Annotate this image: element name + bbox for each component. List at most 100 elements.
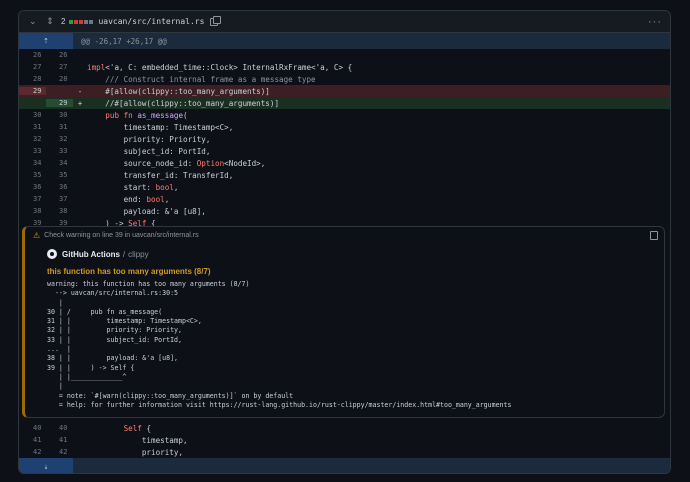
diff-line: 35 35 transfer_id: TransferId, [19,169,670,181]
diff-line: 34 34 source_node_id: Option<NodeId>, [19,157,670,169]
annotation-header: ⚠ Check warning on line 39 in uavcan/src… [25,227,664,243]
kebab-horizontal-icon[interactable]: ··· [648,16,662,28]
annotation-header-text: Check warning on line 39 in uavcan/src/i… [44,231,199,239]
diff-line: 37 37 end: bool, [19,193,670,205]
old-line-number[interactable]: 38 [19,207,46,215]
diff-line: 29 + //#[allow(clippy::too_many_arguments… [19,97,670,109]
old-line-number[interactable]: 34 [19,159,46,167]
old-line-number[interactable]: 37 [19,195,46,203]
copy-icon[interactable] [210,15,222,26]
new-line-number[interactable]: 42 [46,448,73,456]
old-line-number[interactable]: 28 [19,75,46,83]
diff-lines-after-list: 40 40 Self {41 41 timestamp, 42 42 priority, [19,422,670,458]
diff-marker [73,436,87,445]
code-text: /// Construct internal frame as a messag… [87,74,316,84]
unfold-icon[interactable]: ⇡ [19,33,73,49]
diff-line: 31 31 timestamp: Timestamp<C>, [19,121,670,133]
code-text: transfer_id: TransferId, [87,170,234,180]
diffstat-block [84,19,89,24]
diff-marker [73,135,87,144]
diff-marker: - [77,86,83,96]
annotation-message: warning: this function has too many argu… [47,280,512,409]
new-line-number[interactable]: 27 [46,63,73,71]
diff-line: 38 38 payload: &'a [u8], [19,205,670,217]
diff-marker [73,195,87,204]
new-line-number[interactable]: 31 [46,123,73,131]
new-line-number[interactable]: 29 [46,99,73,107]
github-mark-icon [47,249,57,259]
new-line-number[interactable]: 36 [46,183,73,191]
diff-marker [73,159,87,168]
code-text: start: bool, [87,182,179,192]
new-line-number[interactable]: 30 [46,111,73,119]
old-line-number[interactable]: 32 [19,135,46,143]
annotation-title: this function has too many arguments (8/… [47,267,211,276]
diff-marker [73,183,87,192]
old-line-number[interactable]: 30 [19,111,46,119]
diff-marker [73,75,87,84]
old-line-number[interactable]: 40 [19,424,46,432]
diff-line: 33 33 subject_id: PortId, [19,145,670,157]
diff-marker [73,424,87,433]
code-text: impl<'a, C: embedded_time::Clock> Intern… [87,62,353,72]
diff-marker [73,63,87,72]
new-line-number[interactable]: 40 [46,424,73,432]
code-text: end: bool, [87,194,170,204]
alert-icon: ⚠ [33,230,41,240]
new-line-number[interactable]: 35 [46,171,73,179]
expand-down-row: ⇣ [19,458,670,473]
diff-line: 29 - #[allow(clippy::too_many_arguments)] [19,85,670,97]
code-text: pub fn as_message( [105,110,188,120]
diff-lines: 26 26 27 27 impl<'a, C: embedded_time::Clo… [19,49,670,229]
old-line-number[interactable]: 35 [19,171,46,179]
old-line-number[interactable]: 33 [19,147,46,155]
old-line-number[interactable]: 29 [19,87,46,95]
new-line-number[interactable]: 26 [46,51,73,59]
diff-marker [73,147,87,156]
new-line-number[interactable]: 33 [46,147,73,155]
unfold-down-icon[interactable]: ⇣ [19,458,73,473]
diff-marker [73,448,87,457]
old-line-number[interactable]: 26 [19,51,46,59]
annotation-separator: / [122,249,126,259]
diff-line: 27 27 impl<'a, C: embedded_time::Clock> I… [19,61,670,73]
old-line-number[interactable]: 31 [19,123,46,131]
code-text: timestamp, [87,435,188,445]
hunk-header-text: @@ -26,17 +26,17 @@ [81,36,167,46]
diff-file: ⌄ ⇕ 2 uavcan/src/internal.rs ··· ⇡ @@ -2… [18,10,671,474]
old-line-number[interactable]: 27 [19,63,46,71]
code-text: Self { [123,423,152,433]
diff-marker [73,51,87,60]
diffstat-block [89,19,94,24]
file-icon[interactable] [650,231,658,240]
diff-marker [73,207,87,216]
hunk-header: ⇡ @@ -26,17 +26,17 @@ [19,33,670,49]
diff-marker [73,171,87,180]
old-line-number[interactable]: 42 [19,448,46,456]
unfold-icon[interactable]: ⇕ [43,16,57,27]
new-line-number[interactable]: 32 [46,135,73,143]
code-text: subject_id: PortId, [87,146,211,156]
diff-line: 32 32 priority: Priority, [19,133,670,145]
diffstat-block [74,19,79,24]
file-path[interactable]: uavcan/src/internal.rs [98,17,204,26]
annotation-app[interactable]: GitHub Actions [62,250,120,259]
new-line-number[interactable]: 37 [46,195,73,203]
code-text: payload: &'a [u8], [87,206,206,216]
diff-line: 40 40 Self { [19,422,670,434]
old-line-number[interactable]: 41 [19,436,46,444]
new-line-number[interactable]: 41 [46,436,73,444]
diffstat-block [79,19,84,24]
changes-count: 2 [61,17,66,26]
new-line-number[interactable]: 28 [46,75,73,83]
file-header: ⌄ ⇕ 2 uavcan/src/internal.rs ··· [19,11,670,33]
diff-line: 42 42 priority, [19,446,670,458]
code-text: priority, [87,447,184,457]
new-line-number[interactable]: 34 [46,159,73,167]
diff-marker [73,123,87,132]
diffstat [68,19,94,24]
old-line-number[interactable]: 36 [19,183,46,191]
diff-line: 41 41 timestamp, [19,434,670,446]
new-line-number[interactable]: 38 [46,207,73,215]
chevron-down-icon[interactable]: ⌄ [29,16,39,27]
